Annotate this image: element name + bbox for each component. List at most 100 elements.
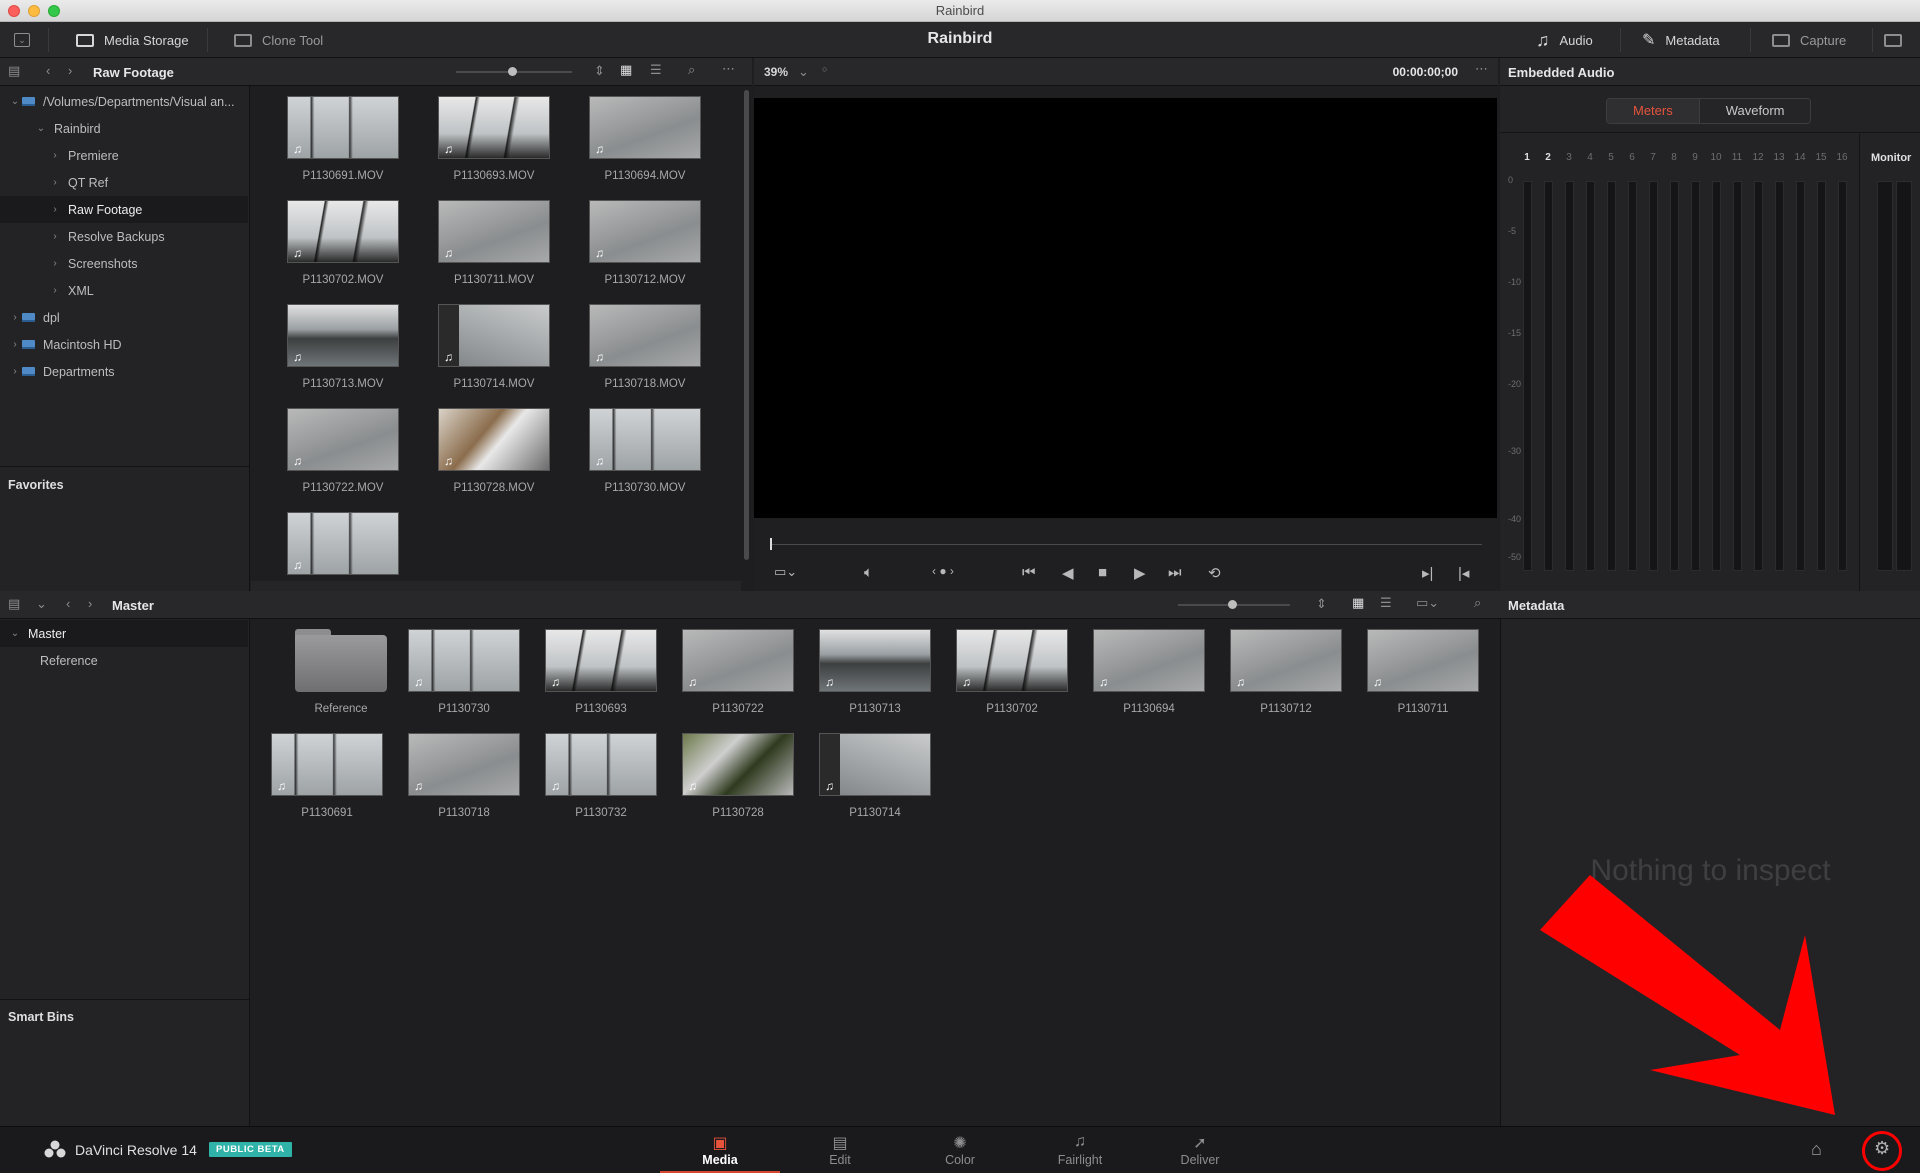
- chevron-right-icon[interactable]: ›: [48, 285, 62, 296]
- storage-clip[interactable]: ♫ P1130702.MOV: [287, 200, 399, 286]
- storage-tree-item[interactable]: › Macintosh HD: [0, 331, 248, 358]
- chevron-right-icon[interactable]: ›: [48, 150, 62, 161]
- storage-tree-item[interactable]: › Premiere: [0, 142, 248, 169]
- mark-out-icon[interactable]: |◂: [1458, 564, 1469, 582]
- search-icon[interactable]: ⌕: [688, 62, 695, 78]
- sidebar-toggle-icon[interactable]: ▤: [8, 63, 20, 79]
- media-pool-clip[interactable]: ♫ P1130694: [1093, 629, 1205, 715]
- skip-to-start-icon[interactable]: ⏮︎: [1022, 564, 1036, 581]
- audio-panel-button[interactable]: ♫ Audio: [1536, 22, 1593, 58]
- viewer-screen[interactable]: [754, 98, 1497, 518]
- storage-clip[interactable]: ♫ P1130730.MOV: [589, 408, 701, 494]
- mark-in-icon[interactable]: ▸|: [1422, 564, 1433, 582]
- play-reverse-icon[interactable]: ◀︎: [1062, 564, 1074, 582]
- chevron-right-icon[interactable]: ›: [8, 366, 22, 377]
- slider-handle[interactable]: [508, 67, 517, 76]
- media-pool-clip[interactable]: ♫ P1130712: [1230, 629, 1342, 715]
- storage-clip[interactable]: ♫ P1130691.MOV: [287, 96, 399, 182]
- storage-tree-item[interactable]: › Resolve Backups: [0, 223, 248, 250]
- scrubber-track[interactable]: [770, 544, 1482, 545]
- media-pool-clip[interactable]: ♫ P1130713: [819, 629, 931, 715]
- loop-icon[interactable]: ⟲: [1208, 564, 1221, 582]
- storage-tree-item[interactable]: ⌄ /Volumes/Departments/Visual an...: [0, 88, 248, 115]
- media-pool-clip[interactable]: ♫ P1130730: [408, 629, 520, 715]
- media-pool-clip[interactable]: ♫ P1130718: [408, 733, 520, 819]
- storage-clip[interactable]: ♫ P1130712.MOV: [589, 200, 701, 286]
- storage-clip[interactable]: ♫ P1130714.MOV: [438, 304, 550, 390]
- chevron-down-icon[interactable]: ⌄: [8, 96, 22, 107]
- zoom-level[interactable]: 39%: [764, 65, 788, 79]
- jog-control-icon[interactable]: ‹ ● ›: [932, 564, 954, 578]
- media-pool-clip[interactable]: ♫ P1130691: [271, 733, 383, 819]
- back-arrow-icon[interactable]: ‹: [46, 63, 50, 78]
- volume-icon[interactable]: 🔈︎: [864, 564, 873, 581]
- storage-clip[interactable]: ♫ P1130711.MOV: [438, 200, 550, 286]
- more-options-icon[interactable]: ⋯: [722, 61, 735, 77]
- chevron-right-icon[interactable]: ›: [48, 204, 62, 215]
- bin-item[interactable]: Reference: [0, 647, 248, 674]
- pool-sort-icon[interactable]: ⇕: [1316, 596, 1327, 612]
- pool-thumbnail-view-icon[interactable]: ▦: [1352, 595, 1364, 611]
- chevron-right-icon[interactable]: ›: [48, 231, 62, 242]
- overlay-dot-icon[interactable]: ○: [822, 64, 827, 74]
- storage-clip[interactable]: ♫P1130732.MOV: [287, 512, 399, 591]
- storage-clip[interactable]: ♫ P1130694.MOV: [589, 96, 701, 182]
- pool-thumbnail-size-slider[interactable]: [1178, 600, 1290, 609]
- chevron-right-icon[interactable]: ›: [48, 258, 62, 269]
- pool-search-icon[interactable]: ⌕: [1474, 595, 1481, 611]
- pool-back-arrow-icon[interactable]: ‹: [66, 596, 70, 611]
- media-pool-clip[interactable]: ♫ P1130702: [956, 629, 1068, 715]
- viewer-options-icon[interactable]: ⋯: [1475, 61, 1488, 77]
- home-icon[interactable]: ⌂: [1811, 1139, 1822, 1160]
- storage-tree-item[interactable]: › Departments: [0, 358, 248, 385]
- storage-clip[interactable]: ♫ P1130693.MOV: [438, 96, 550, 182]
- meters-tab[interactable]: Meters: [1607, 99, 1699, 123]
- capture-panel-button[interactable]: Capture: [1772, 22, 1846, 58]
- page-tab-media[interactable]: ▣ Media: [660, 1127, 780, 1173]
- storage-tree-item[interactable]: › Screenshots: [0, 250, 248, 277]
- storage-tree-item[interactable]: › XML: [0, 277, 248, 304]
- storage-tree-item[interactable]: ⌄ Rainbird: [0, 115, 248, 142]
- forward-arrow-icon[interactable]: ›: [68, 63, 72, 78]
- pool-forward-arrow-icon[interactable]: ›: [88, 596, 92, 611]
- storage-tree-item[interactable]: › dpl: [0, 304, 248, 331]
- clone-tool-button[interactable]: Clone Tool: [234, 22, 323, 58]
- sort-icon[interactable]: ⇕: [594, 63, 605, 79]
- media-pool-clip[interactable]: ♫ P1130711: [1367, 629, 1479, 715]
- workspace-dropdown-button[interactable]: ⌄: [14, 22, 30, 58]
- playhead[interactable]: [770, 538, 772, 550]
- bin-list-toggle-icon[interactable]: ▤: [8, 596, 20, 612]
- zoom-dropdown-icon[interactable]: ⌄: [798, 64, 809, 80]
- page-tab-edit[interactable]: ▤ Edit: [780, 1127, 900, 1173]
- media-storage-button[interactable]: Media Storage: [76, 22, 189, 58]
- bin-item[interactable]: ⌄ Master: [0, 620, 248, 647]
- reference-folder[interactable]: Reference: [285, 629, 397, 715]
- pool-list-view-icon[interactable]: ☰: [1380, 595, 1392, 611]
- media-pool-clip[interactable]: ♫ P1130722: [682, 629, 794, 715]
- page-tab-fairlight[interactable]: ♫ Fairlight: [1020, 1127, 1140, 1173]
- thumbnail-view-icon[interactable]: ▦: [620, 62, 632, 78]
- pool-slider-handle[interactable]: [1228, 600, 1237, 609]
- skip-to-end-icon[interactable]: ⏭︎: [1168, 564, 1182, 581]
- storage-tree-item[interactable]: › QT Ref: [0, 169, 248, 196]
- media-pool-clip[interactable]: ♫ P1130714: [819, 733, 931, 819]
- storage-clip[interactable]: ♫ P1130713.MOV: [287, 304, 399, 390]
- storage-clip[interactable]: ♫ P1130722.MOV: [287, 408, 399, 494]
- chevron-down-icon[interactable]: ⌄: [34, 123, 48, 134]
- waveform-tab[interactable]: Waveform: [1698, 99, 1811, 123]
- media-pool-clip[interactable]: ♫ P1130732: [545, 733, 657, 819]
- storage-scrollbar[interactable]: [741, 86, 752, 591]
- storage-tree-item[interactable]: › Raw Footage: [0, 196, 248, 223]
- list-view-icon[interactable]: ☰: [650, 62, 662, 78]
- chevron-right-icon[interactable]: ›: [48, 177, 62, 188]
- chevron-down-icon[interactable]: ⌄: [8, 628, 22, 639]
- media-pool-clip[interactable]: ♫ P1130693: [545, 629, 657, 715]
- metadata-panel-button[interactable]: ✎ Metadata: [1642, 22, 1720, 58]
- chevron-right-icon[interactable]: ›: [8, 339, 22, 350]
- storage-clip[interactable]: ♫ P1130718.MOV: [589, 304, 701, 390]
- media-pool-clip[interactable]: ♫ P1130728: [682, 733, 794, 819]
- page-tab-deliver[interactable]: ➚ Deliver: [1140, 1127, 1260, 1173]
- layout-toggle-button[interactable]: [1884, 22, 1902, 58]
- pool-layout-icon[interactable]: ▭⌄: [1416, 595, 1439, 611]
- chevron-right-icon[interactable]: ›: [8, 312, 22, 323]
